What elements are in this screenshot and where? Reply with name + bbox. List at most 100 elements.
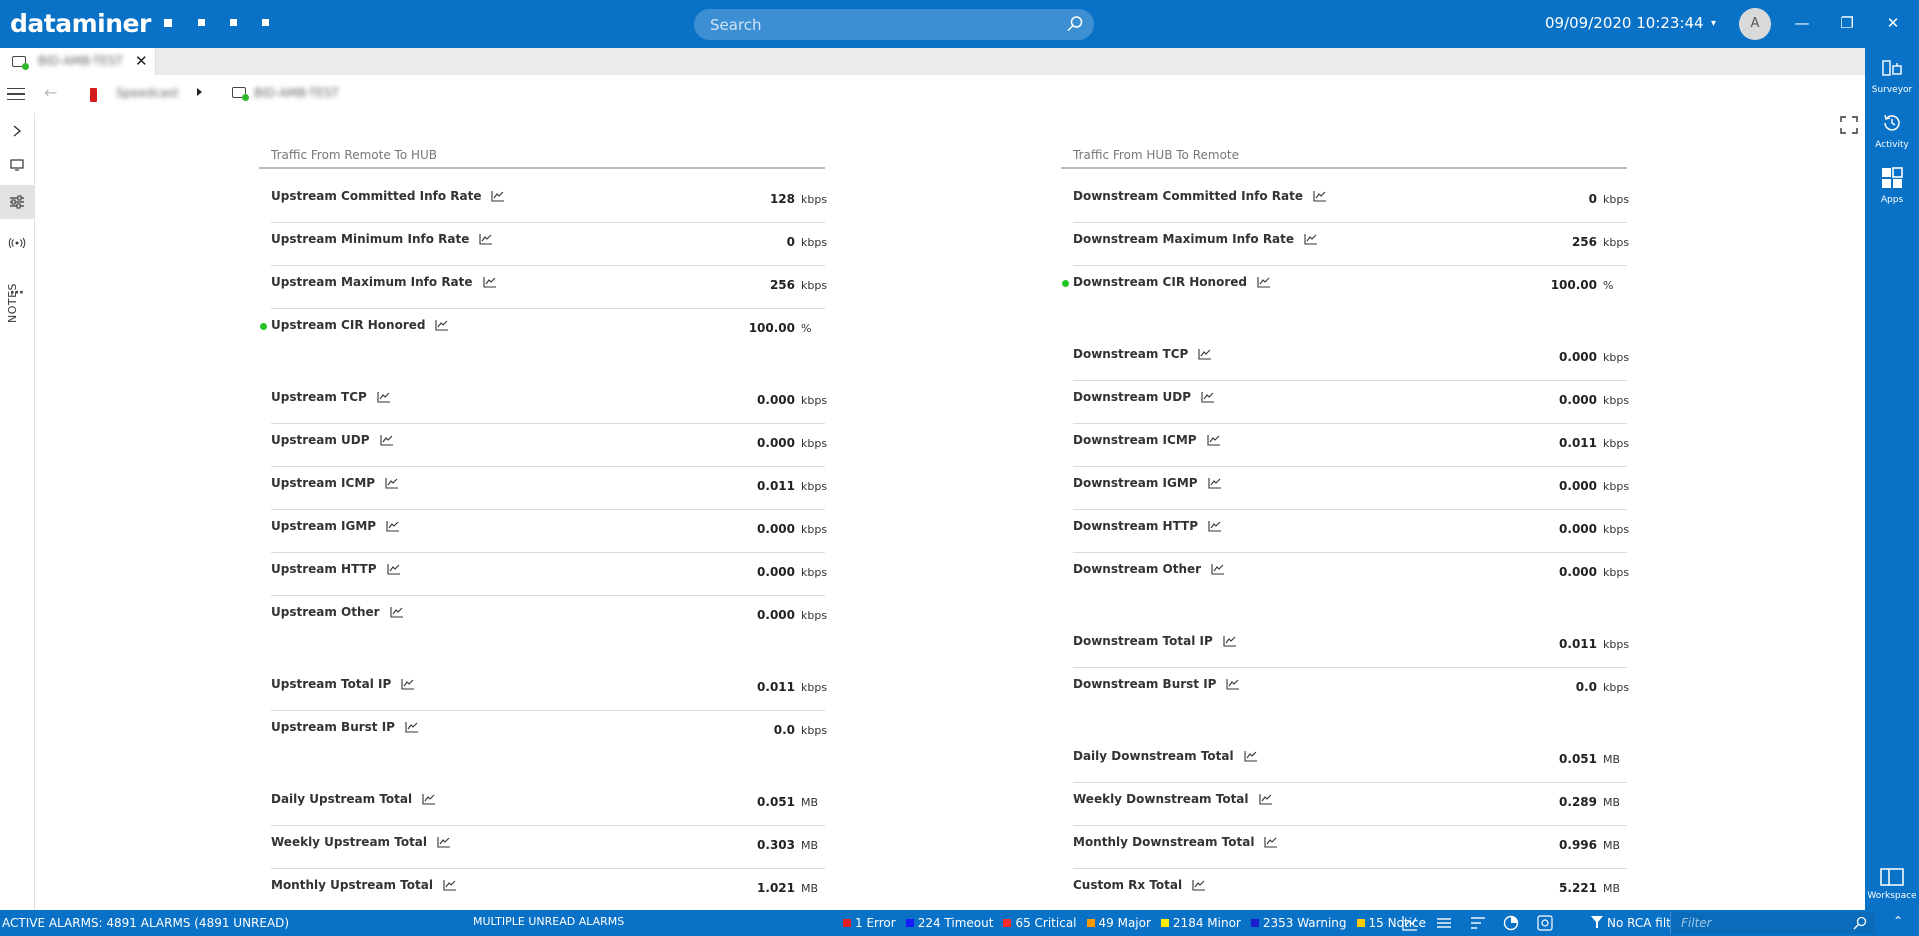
trend-icon[interactable] [1211, 563, 1225, 575]
trend-icon[interactable] [1192, 879, 1206, 891]
parameter-row[interactable]: Upstream Other 0.000 kbps [259, 596, 827, 639]
trend-icon[interactable] [1207, 434, 1221, 446]
parameter-row[interactable]: Downstream UDP 0.000 kbps [1061, 381, 1629, 424]
sliders-icon[interactable] [0, 185, 34, 219]
parameter-row[interactable]: Upstream UDP 0.000 kbps [259, 424, 827, 467]
parameter-row[interactable]: Upstream Burst IP 0.0 kbps [259, 711, 827, 754]
parameter-row[interactable]: Upstream TCP 0.000 kbps [259, 381, 827, 424]
parameter-row[interactable]: Downstream IGMP 0.000 kbps [1061, 467, 1629, 510]
trend-icon[interactable] [1201, 391, 1215, 403]
trend-icon[interactable] [386, 520, 400, 532]
apps-button[interactable] [1865, 167, 1919, 193]
parameter-row[interactable]: Upstream Minimum Info Rate 0 kbps [259, 223, 827, 266]
trend-icon[interactable] [437, 836, 451, 848]
parameter-row[interactable]: Upstream HTTP 0.000 kbps [259, 553, 827, 596]
back-arrow-icon[interactable]: ← [44, 83, 57, 102]
trend-icon[interactable] [401, 678, 415, 690]
alarm-count-badge[interactable]: 224 Timeout [905, 916, 993, 930]
trend-icon[interactable] [435, 319, 449, 331]
trend-icon[interactable] [380, 434, 394, 446]
restore-icon[interactable]: ❐ [1836, 12, 1858, 34]
parameter-row[interactable]: Upstream Maximum Info Rate 256 kbps [259, 266, 827, 309]
parameter-row[interactable]: Monthly Downstream Total 0.996 MB [1061, 826, 1627, 869]
trend-icon[interactable] [377, 391, 391, 403]
parameter-row[interactable]: Downstream HTTP 0.000 kbps [1061, 510, 1629, 553]
parameter-row[interactable]: Upstream Total IP 0.011 kbps [259, 668, 827, 711]
trend-icon[interactable] [1313, 190, 1327, 202]
trend-icon[interactable] [1226, 678, 1240, 690]
trend-icon[interactable] [390, 606, 404, 618]
surveyor-button[interactable] [1865, 58, 1919, 82]
chevron-up-icon[interactable]: ⌃ [1893, 914, 1903, 928]
parameter-row[interactable]: Upstream ICMP 0.011 kbps [259, 467, 827, 510]
card-icon[interactable] [262, 19, 269, 26]
unread-alarms-ticker[interactable]: MULTIPLE UNREAD ALARMS [473, 915, 624, 928]
chevron-right-icon[interactable] [0, 114, 34, 148]
hamburger-icon[interactable] [7, 88, 25, 100]
parameter-row[interactable]: Downstream CIR Honored 100.00% [1061, 266, 1627, 309]
minimize-icon[interactable]: — [1791, 12, 1813, 34]
search-input[interactable]: Search [710, 16, 762, 34]
parameter-row[interactable]: Upstream Committed Info Rate 128 kbps [259, 180, 827, 223]
trend-icon[interactable] [1208, 477, 1222, 489]
activity-button[interactable] [1865, 112, 1919, 138]
trend-icon[interactable] [1198, 348, 1212, 360]
trend-icon[interactable] [1304, 233, 1318, 245]
workspace-button[interactable] [1865, 868, 1919, 890]
trend-icon[interactable] [1402, 915, 1418, 931]
trend-icon[interactable] [1208, 520, 1222, 532]
search-icon[interactable] [1853, 916, 1867, 930]
breadcrumb-arrow-icon[interactable] [197, 88, 202, 96]
parameter-row[interactable]: Daily Upstream Total 0.051 MB [259, 783, 825, 826]
avatar[interactable]: A [1739, 8, 1771, 40]
trend-icon[interactable] [1264, 836, 1278, 848]
active-alarms-summary[interactable]: ACTIVE ALARMS: 4891 ALARMS (4891 UNREAD) [2, 916, 289, 930]
broadcast-icon[interactable] [0, 226, 34, 260]
alarm-count-badge[interactable]: 65 Critical [1003, 916, 1077, 930]
alarm-count-badge[interactable]: 2353 Warning [1250, 916, 1347, 930]
list-view-icon[interactable] [1436, 915, 1452, 931]
close-tab-icon[interactable]: ✕ [135, 52, 148, 70]
trend-icon[interactable] [422, 793, 436, 805]
parameter-row[interactable]: Downstream ICMP 0.011 kbps [1061, 424, 1629, 467]
parameter-row[interactable]: Weekly Upstream Total 0.303 MB [259, 826, 825, 869]
trend-icon[interactable] [1223, 635, 1237, 647]
parameter-row[interactable]: Downstream TCP 0.000 kbps [1061, 338, 1629, 381]
alarm-count-badge[interactable]: 2184 Minor [1160, 916, 1241, 930]
pie-chart-icon[interactable] [1503, 915, 1519, 931]
trend-icon[interactable] [385, 477, 399, 489]
alarm-count-badge[interactable]: 49 Major [1086, 916, 1151, 930]
card-tab[interactable]: BID-AMB-TEST ✕ [0, 48, 156, 76]
parameter-row[interactable]: Custom Rx Total 5.221 MB [1061, 869, 1627, 912]
parameter-row[interactable]: Downstream Total IP 0.011 kbps [1061, 625, 1629, 668]
card-icon[interactable] [164, 19, 172, 27]
card-icon[interactable] [198, 19, 205, 26]
trend-icon[interactable] [1257, 276, 1271, 288]
app-logo[interactable]: dataminer [10, 9, 151, 38]
trend-icon[interactable] [443, 879, 457, 891]
trend-icon[interactable] [405, 721, 419, 733]
parameter-row[interactable]: Daily Downstream Total 0.051 MB [1061, 740, 1627, 783]
parameter-row[interactable]: Monthly Upstream Total 1.021 MB [259, 869, 825, 912]
monitor-icon[interactable] [0, 148, 34, 182]
trend-icon[interactable] [1258, 793, 1273, 805]
close-icon[interactable]: ✕ [1882, 12, 1904, 34]
search-box[interactable]: Search [694, 9, 1094, 40]
trend-icon[interactable] [1244, 750, 1258, 762]
fullscreen-icon[interactable] [1840, 116, 1858, 134]
focus-icon[interactable] [1537, 915, 1553, 931]
parameter-row[interactable]: Upstream CIR Honored 100.00% [259, 309, 825, 352]
alarm-filter-input[interactable]: Filter [1670, 912, 1875, 934]
parameter-row[interactable]: Downstream Other 0.000 kbps [1061, 553, 1629, 596]
sort-icon[interactable] [1470, 915, 1486, 931]
parameter-row[interactable]: Downstream Maximum Info Rate 256 kbps [1061, 223, 1629, 266]
trend-icon[interactable] [482, 276, 497, 288]
trend-icon[interactable] [386, 563, 401, 575]
parameter-row[interactable]: Downstream Burst IP 0.0 kbps [1061, 668, 1629, 711]
card-icon[interactable] [230, 19, 237, 26]
breadcrumb-item[interactable]: BID-AMB-TEST [254, 86, 339, 100]
notes-tab[interactable]: NOTES [6, 283, 19, 323]
parameter-row[interactable]: Weekly Downstream Total 0.289 MB [1061, 783, 1627, 826]
trend-icon[interactable] [479, 233, 493, 245]
parameter-row[interactable]: Upstream IGMP 0.000 kbps [259, 510, 827, 553]
